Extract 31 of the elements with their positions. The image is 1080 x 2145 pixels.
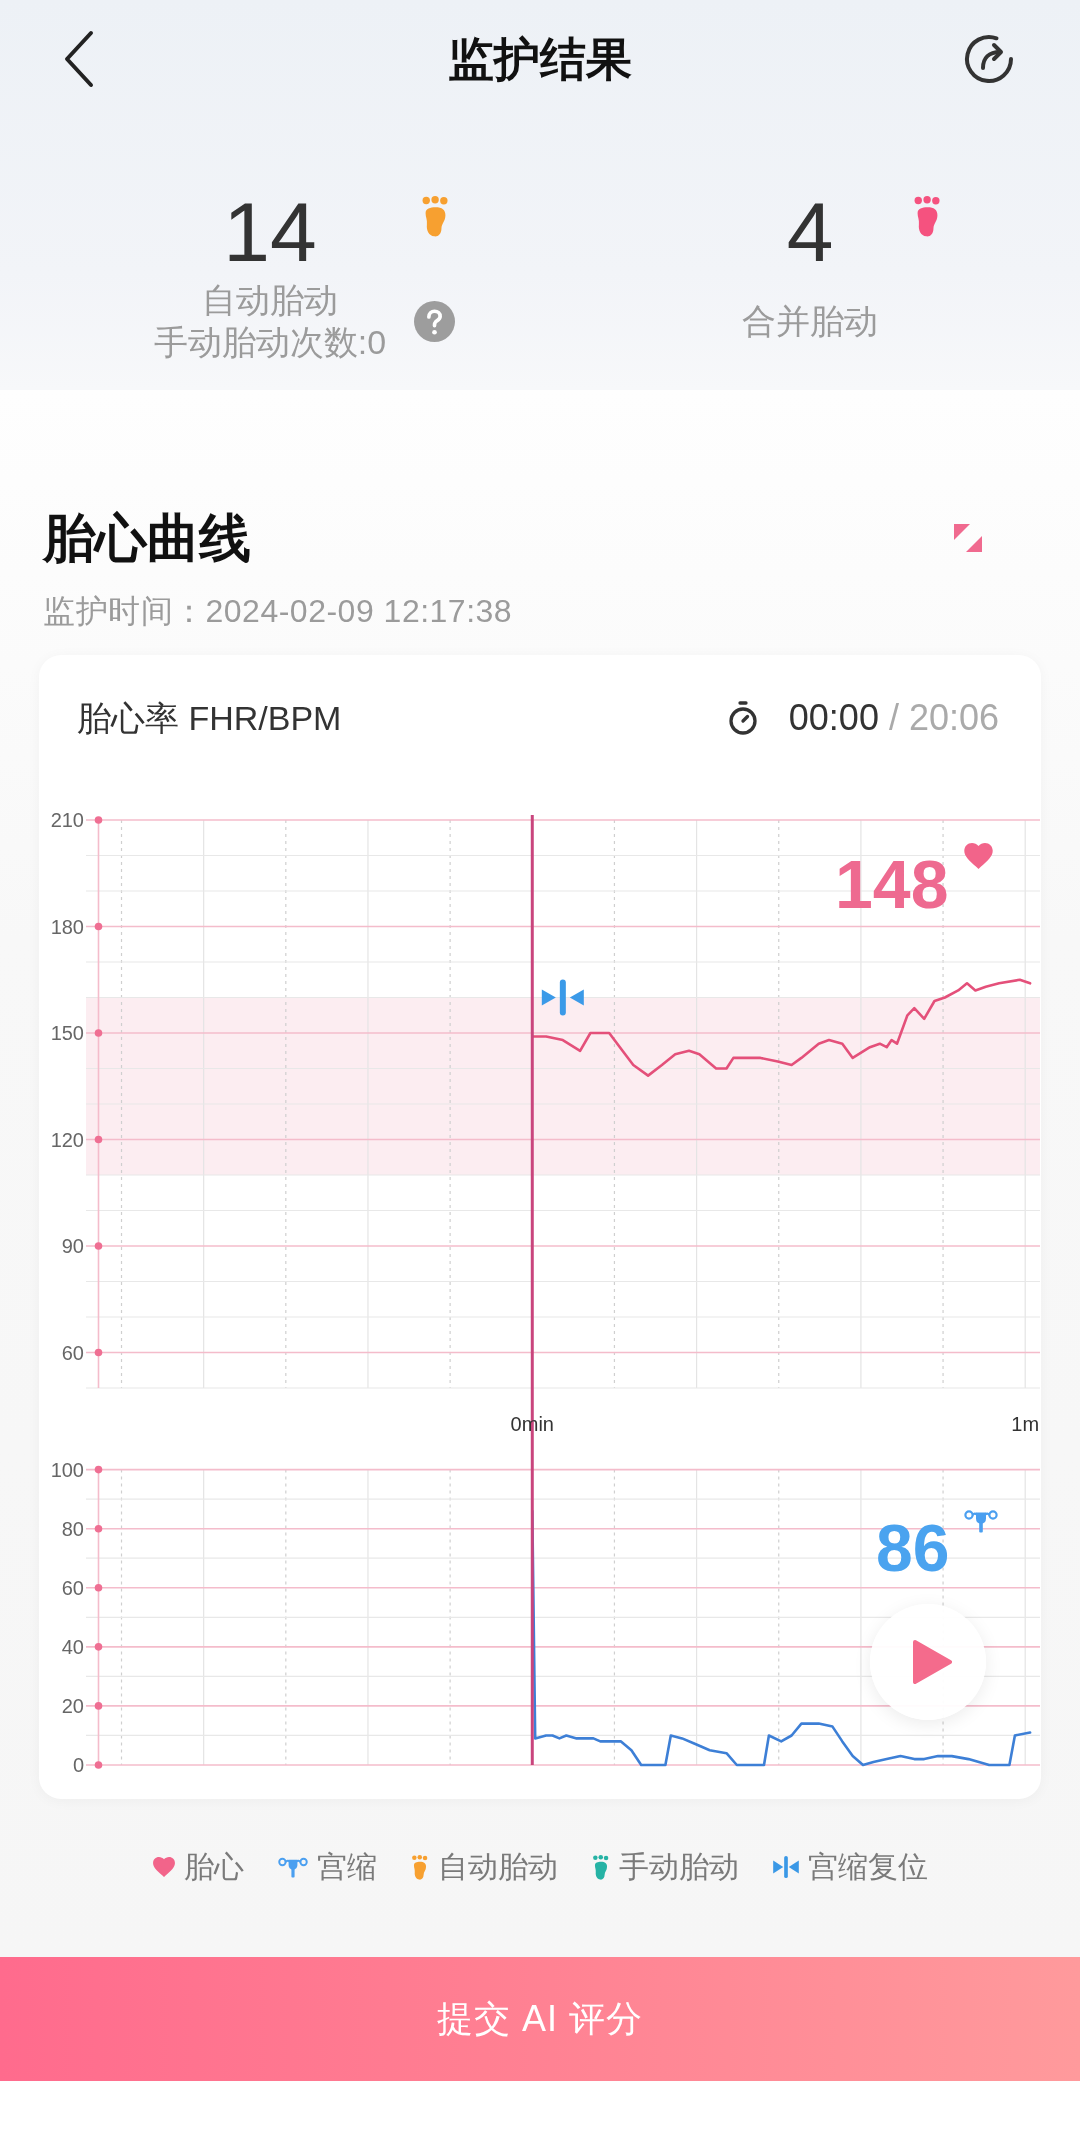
- legend-label: 手动胎动: [618, 1849, 739, 1885]
- y-axis-label: 180: [50, 915, 84, 938]
- stat-value: 14: [223, 190, 317, 274]
- y-axis-label: 150: [50, 1022, 84, 1044]
- legend-label: 胎心: [183, 1849, 244, 1885]
- y-axis-label: 60: [61, 1576, 84, 1599]
- legend-label: 自动胎动: [437, 1849, 558, 1885]
- section-title: 胎心曲线: [43, 508, 251, 569]
- stat-label: 合并胎动: [742, 301, 878, 342]
- page-title: 监护结果: [448, 32, 632, 87]
- fhr-reading: 148: [835, 850, 949, 918]
- stat-label: 自动胎动: [202, 280, 338, 321]
- total-time: / 20:06: [888, 696, 999, 740]
- y-axis-label: 20: [61, 1694, 84, 1717]
- y-axis-label: 80: [61, 1517, 84, 1540]
- stat-value: 4: [786, 190, 834, 274]
- y-axis-label: 210: [50, 809, 84, 831]
- y-axis-label: 90: [61, 1235, 84, 1257]
- y-axis-label: 120: [50, 1128, 84, 1151]
- y-axis-label: 100: [50, 1458, 84, 1481]
- uc-reading: 86: [876, 1515, 950, 1581]
- card-title: 胎心率 FHR/BPM: [77, 698, 342, 739]
- y-axis-label: 0: [72, 1754, 84, 1776]
- legend-label: 宫缩: [316, 1849, 377, 1885]
- y-axis-label: 60: [61, 1341, 84, 1364]
- x-axis-label: 1m: [1011, 1413, 1040, 1435]
- y-axis-label: 40: [61, 1635, 84, 1658]
- legend-label: 宫缩复位: [807, 1849, 928, 1885]
- stat-sub-label: 手动胎动次数:0: [153, 322, 387, 363]
- elapsed-time: 00:00: [788, 696, 879, 740]
- monitor-time: 监护时间：2024-02-09 12:17:38: [43, 592, 513, 631]
